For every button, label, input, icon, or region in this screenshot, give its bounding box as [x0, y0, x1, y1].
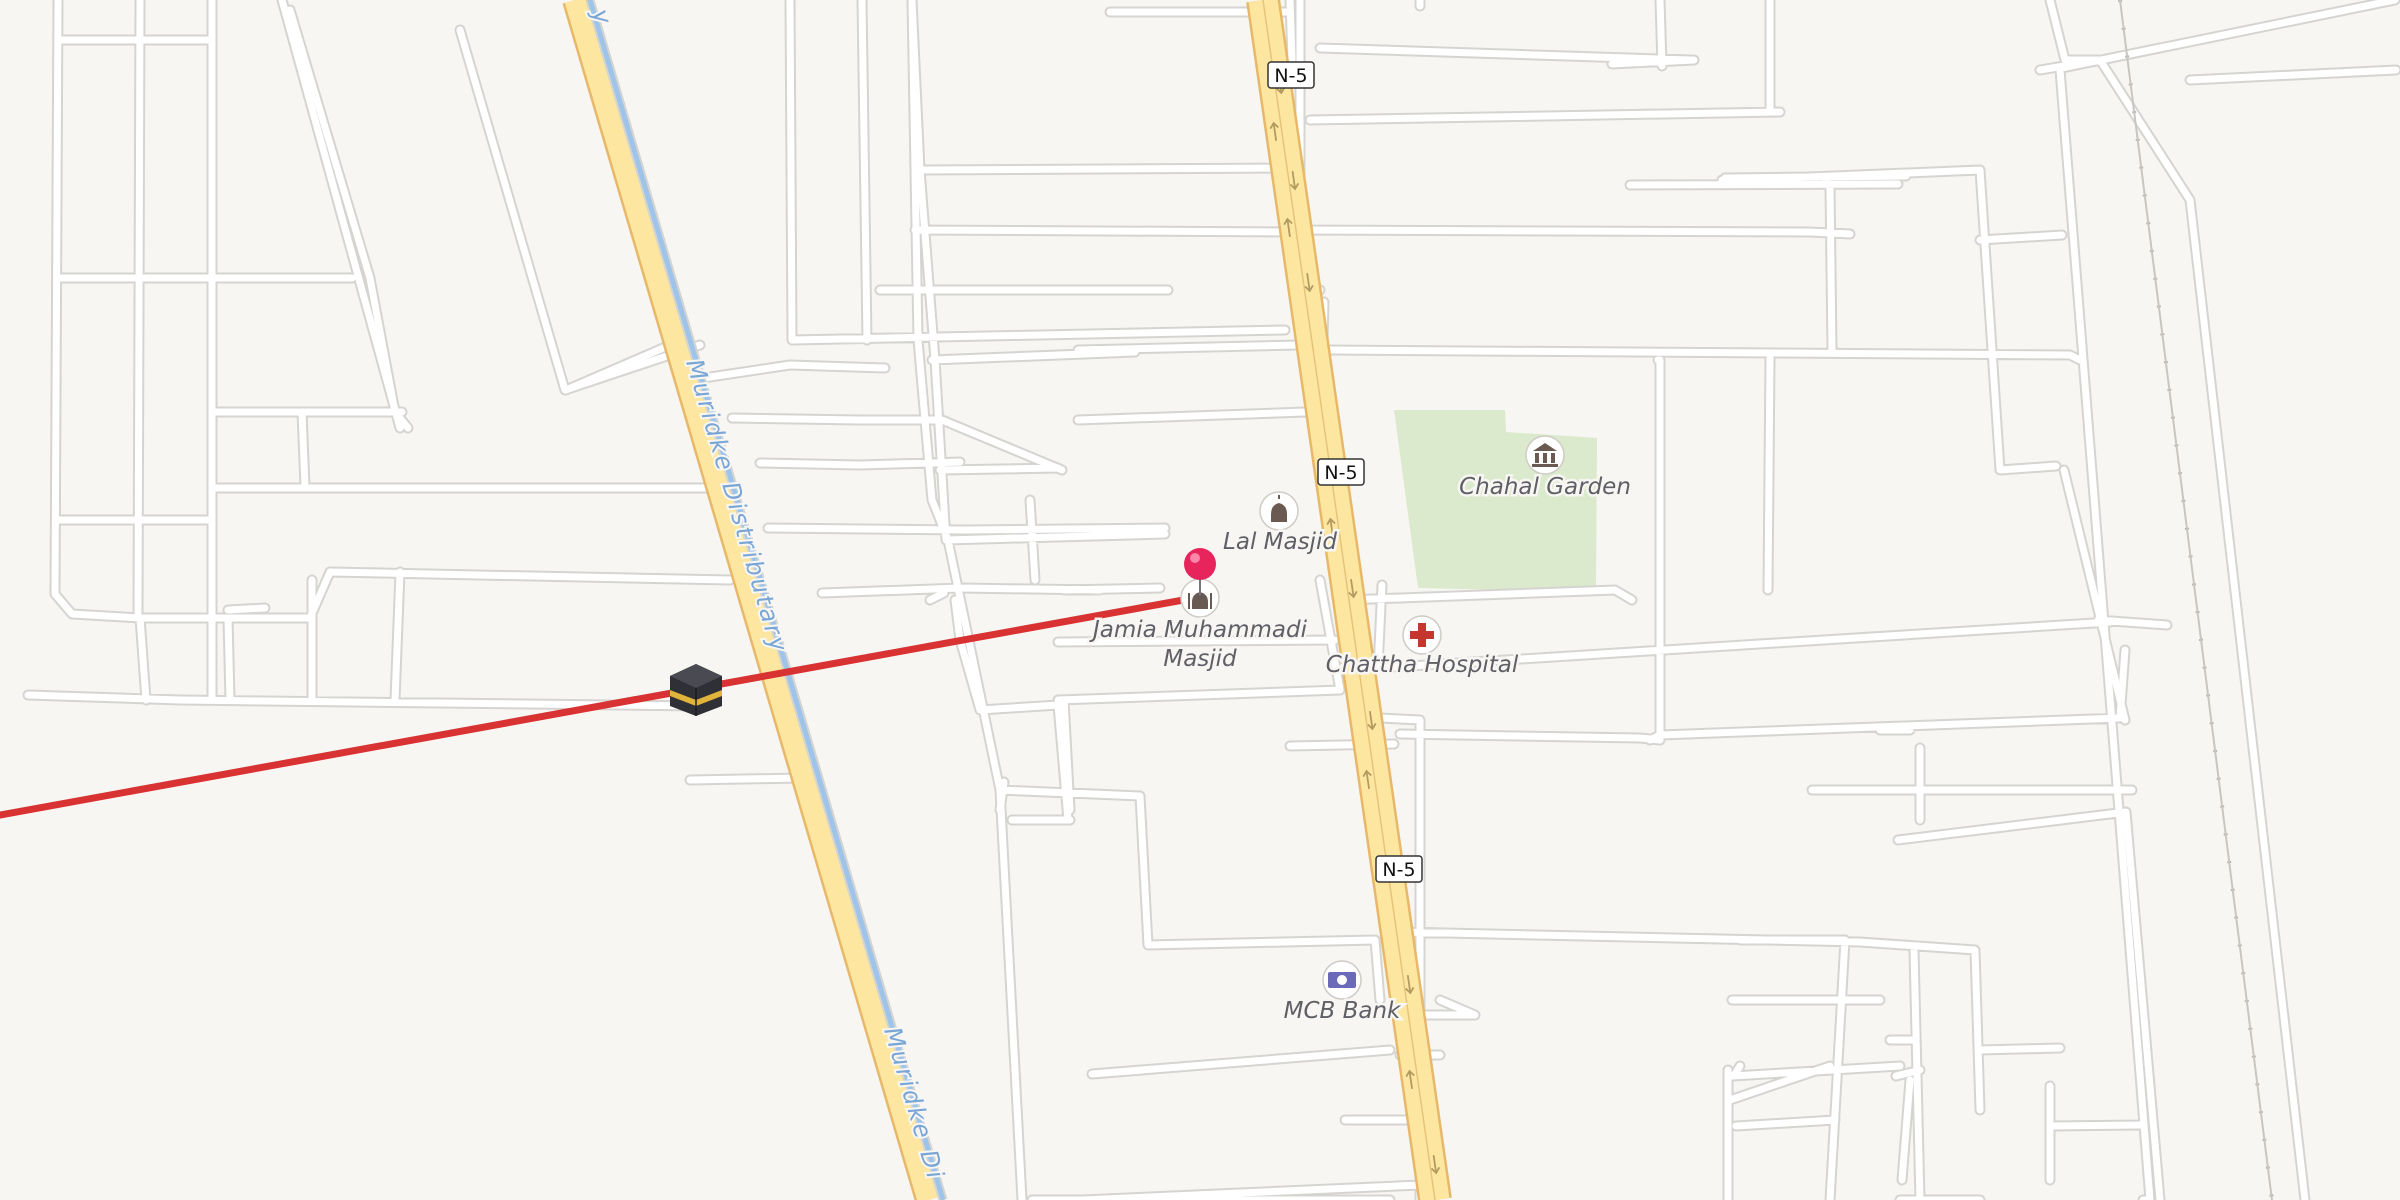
svg-text:N-5: N-5 [1274, 65, 1307, 87]
poi-label: Masjid [1163, 646, 1237, 672]
park-area [1394, 410, 1597, 592]
hospital-icon [1402, 615, 1442, 655]
poi-label: Jamia Muhammadi [1089, 617, 1308, 643]
bank-icon [1322, 960, 1362, 1000]
poi-label: Lal Masjid [1223, 529, 1337, 555]
svg-text:N-5: N-5 [1324, 462, 1357, 484]
museum-icon [1525, 435, 1565, 475]
svg-text:N-5: N-5 [1382, 859, 1415, 881]
poi-label: MCB Bank [1284, 998, 1402, 1024]
highway-shield: N-5 [1267, 61, 1315, 89]
mosque-icon [1259, 491, 1299, 531]
poi-label: Chahal Garden [1459, 474, 1631, 500]
highway-shield: N-5 [1317, 458, 1365, 486]
poi-label: Chattha Hospital [1326, 652, 1519, 678]
map-canvas[interactable]: Muridke Distributary Muridke Di y N-5 N-… [0, 0, 2400, 1200]
highway-shield: N-5 [1375, 855, 1423, 883]
